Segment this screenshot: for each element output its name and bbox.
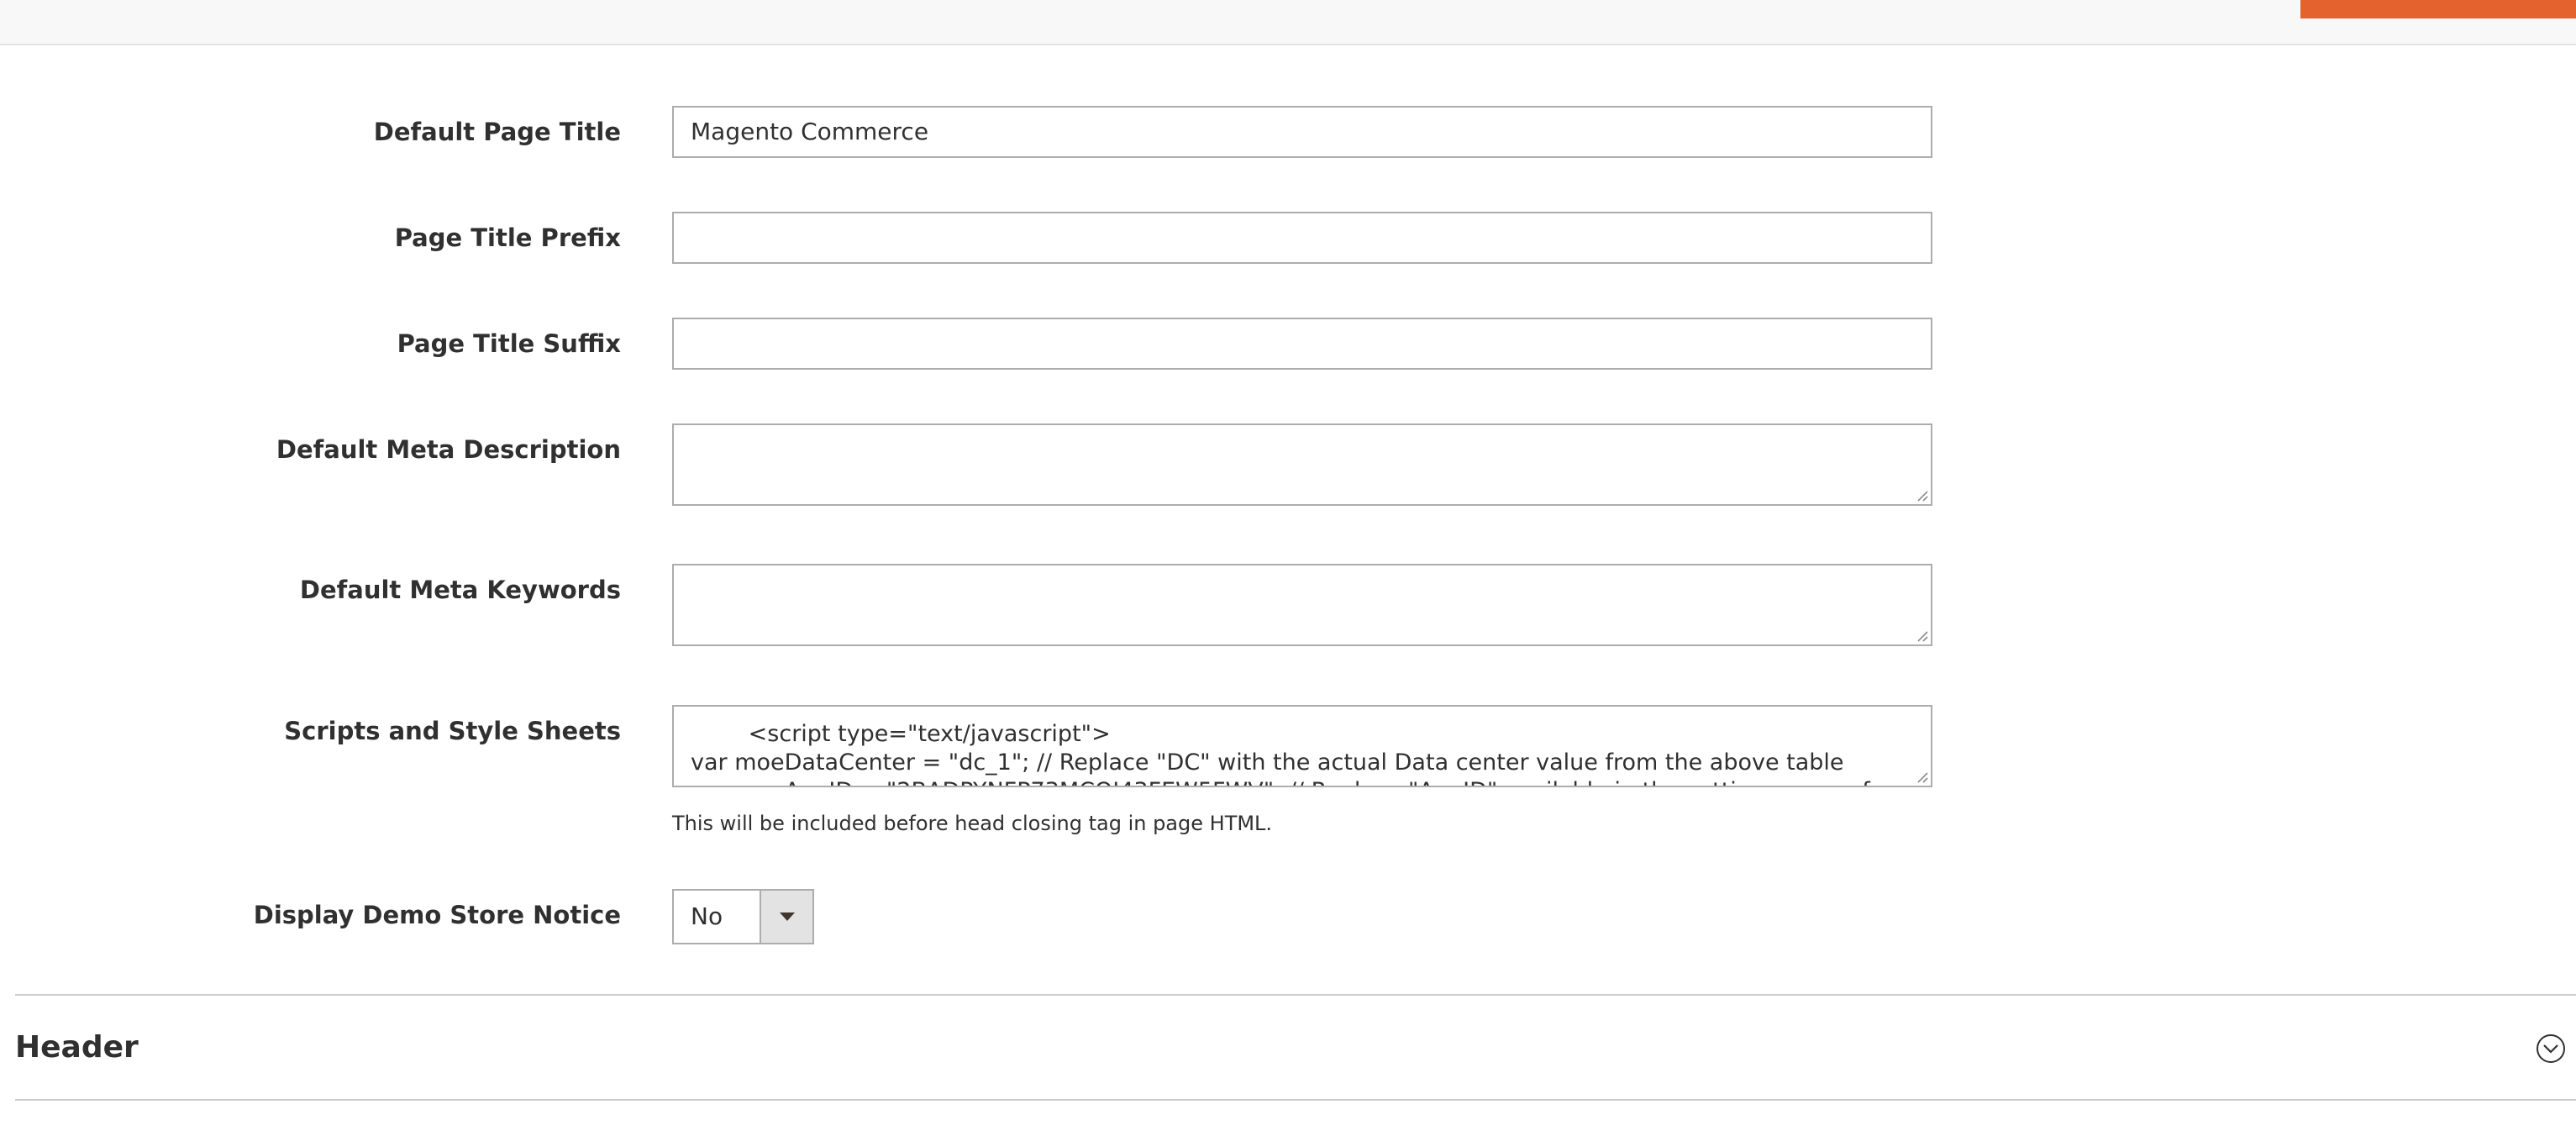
section-divider-top xyxy=(15,994,2576,996)
default-meta-keywords-label: Default Meta Keywords xyxy=(299,576,621,604)
default-meta-description-textarea[interactable] xyxy=(672,423,1932,506)
page-title-prefix-input[interactable] xyxy=(672,212,1932,264)
caret-down-icon xyxy=(780,912,795,921)
row-page-title-prefix: Page Title Prefix xyxy=(0,212,2576,267)
display-demo-store-notice-label: Display Demo Store Notice xyxy=(253,901,621,929)
top-toolbar xyxy=(0,0,2576,45)
page-title-prefix-label: Page Title Prefix xyxy=(394,224,621,252)
script-line: var moeDataCenter = "dc_1"; // Replace "… xyxy=(691,749,1844,776)
select-value: No xyxy=(691,902,723,930)
script-text-content: <script type="text/javascript"> var moeDa… xyxy=(691,720,1914,786)
page-title-suffix-input[interactable] xyxy=(672,318,1932,370)
scripts-help-note: This will be included before head closin… xyxy=(672,812,1273,835)
chevron-down-circle-icon[interactable] xyxy=(2536,1033,2566,1064)
row-default-meta-keywords: Default Meta Keywords xyxy=(0,564,2576,646)
default-meta-keywords-textarea[interactable] xyxy=(672,564,1932,646)
row-page-title-suffix: Page Title Suffix xyxy=(0,318,2576,373)
section-header-title[interactable]: Header xyxy=(15,1030,139,1065)
row-display-demo-store-notice: Display Demo Store Notice No xyxy=(0,889,2576,944)
default-page-title-input[interactable]: Magento Commerce xyxy=(672,106,1932,158)
row-default-meta-description: Default Meta Description xyxy=(0,423,2576,506)
resize-handle-icon[interactable] xyxy=(1915,488,1928,502)
default-meta-description-label: Default Meta Description xyxy=(276,435,621,464)
script-line: <script type="text/javascript"> xyxy=(691,721,1111,747)
row-default-page-title: Default Page Title Magento Commerce xyxy=(0,106,2576,161)
script-line: var moeAppID = "2BADPYNFP73MCOI43FEW5FWV… xyxy=(691,777,1914,786)
resize-handle-icon[interactable] xyxy=(1915,628,1928,642)
default-page-title-label: Default Page Title xyxy=(373,118,621,146)
page-title-suffix-label: Page Title Suffix xyxy=(397,329,621,358)
row-scripts-and-style-sheets: Scripts and Style Sheets <script type="t… xyxy=(0,705,2576,839)
scripts-and-style-sheets-textarea[interactable]: <script type="text/javascript"> var moeDa… xyxy=(672,705,1932,787)
resize-handle-icon[interactable] xyxy=(1915,770,1928,783)
select-toggle[interactable] xyxy=(760,891,812,943)
scripts-and-style-sheets-label: Scripts and Style Sheets xyxy=(284,717,621,745)
display-demo-store-notice-select[interactable]: No xyxy=(672,889,814,944)
section-divider-bottom xyxy=(15,1099,2576,1101)
primary-action-button[interactable] xyxy=(2300,0,2576,18)
